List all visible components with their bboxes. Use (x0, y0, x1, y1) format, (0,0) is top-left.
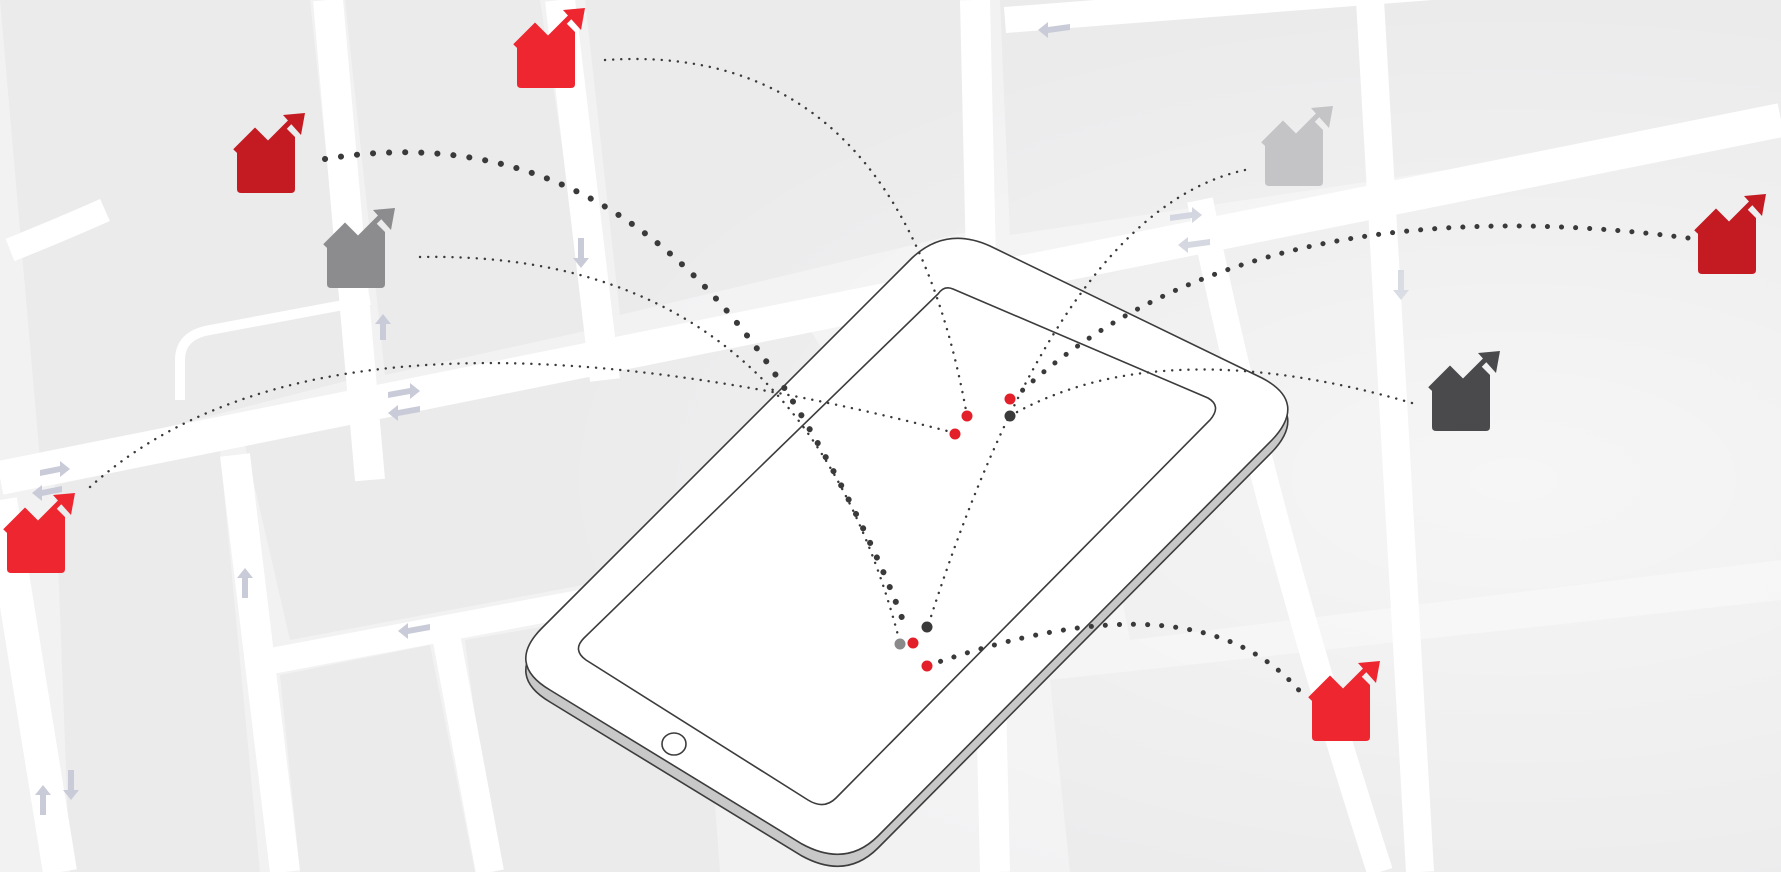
home-button[interactable] (661, 732, 687, 756)
node-dot (949, 428, 961, 440)
node-dot (894, 638, 906, 650)
node-dot (921, 621, 933, 633)
node-dot (907, 637, 919, 649)
node-dot (921, 660, 933, 672)
node-dot (961, 410, 973, 422)
map-illustration (0, 0, 1781, 872)
node-dot (1004, 393, 1016, 405)
node-dot (1004, 410, 1016, 422)
